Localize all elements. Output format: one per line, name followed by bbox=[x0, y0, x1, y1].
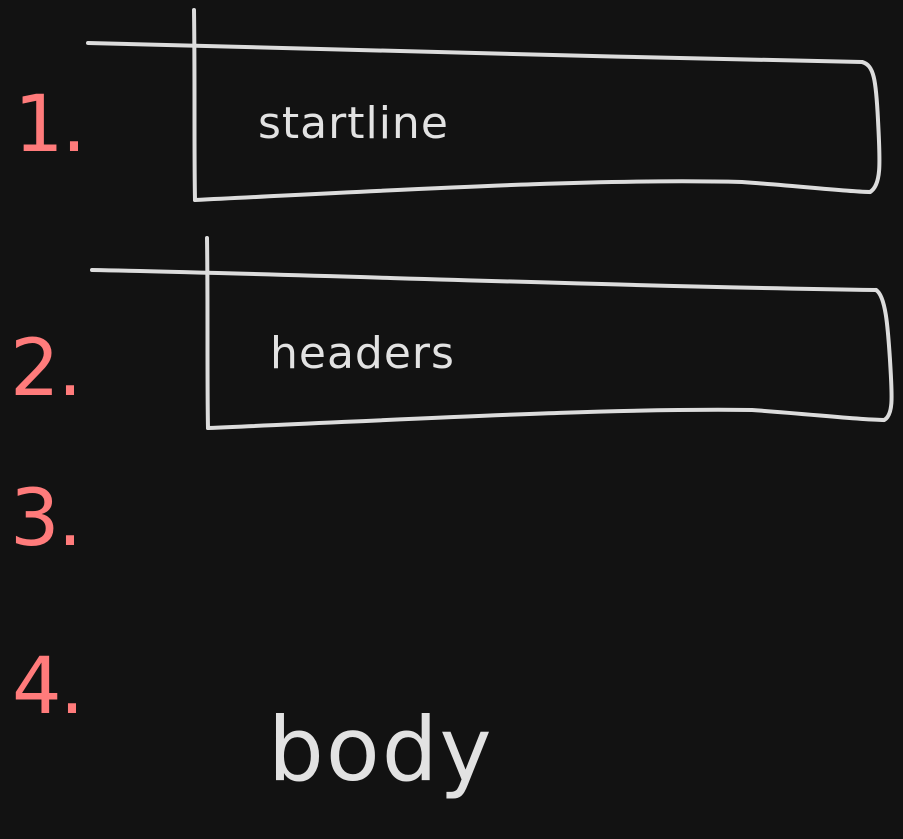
list-number-1: 1. bbox=[14, 80, 86, 170]
startline-box bbox=[86, 8, 882, 202]
headers-box-left-line bbox=[205, 236, 210, 430]
startline-box-top-line bbox=[86, 41, 864, 64]
headers-box-top-line bbox=[90, 268, 878, 292]
startline-label: startline bbox=[258, 98, 449, 149]
headers-box bbox=[90, 236, 894, 430]
body-label: body bbox=[268, 698, 494, 801]
headers-box-right-line bbox=[874, 288, 894, 422]
startline-box-bottom-line bbox=[193, 179, 872, 202]
list-number-3: 3. bbox=[10, 474, 82, 564]
diagram-canvas: 1. 2. 3. 4. startline headers body bbox=[0, 0, 903, 839]
headers-box-bottom-line bbox=[206, 407, 886, 430]
headers-label: headers bbox=[270, 328, 455, 379]
startline-box-right-line bbox=[860, 60, 882, 194]
list-number-2: 2. bbox=[10, 324, 82, 414]
startline-box-left-line bbox=[192, 8, 197, 202]
list-number-4: 4. bbox=[12, 642, 84, 732]
